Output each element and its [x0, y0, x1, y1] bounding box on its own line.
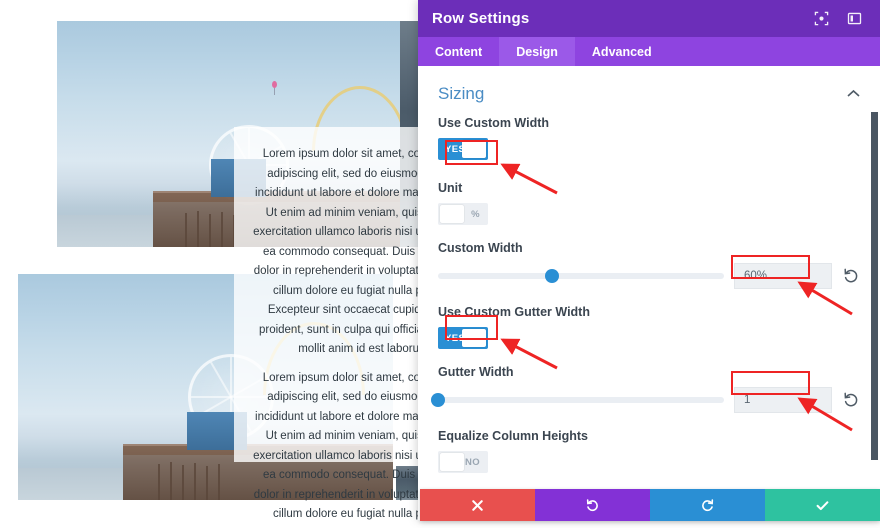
toggle-unit[interactable]: %	[438, 203, 488, 225]
value-input-gutter-width[interactable]: 1	[734, 387, 832, 413]
slider-custom-width[interactable]	[438, 269, 724, 283]
panel-scrollbar[interactable]	[871, 112, 878, 460]
pier-support	[185, 213, 187, 247]
toggle-label-unit: %	[471, 208, 480, 220]
pier-support	[197, 211, 199, 247]
pier-support	[158, 464, 160, 500]
save-button[interactable]	[765, 489, 880, 521]
tab-advanced[interactable]: Advanced	[575, 37, 669, 66]
slider-row-custom-width: 60%	[438, 263, 860, 289]
toggle-equalize-column-heights[interactable]: NO	[438, 451, 488, 473]
panel-tabs: Content Design Advanced	[418, 37, 880, 66]
field-label-use-custom-width: Use Custom Width	[438, 116, 549, 130]
pier-support	[209, 214, 211, 247]
slider-row-gutter-width: 1	[431, 387, 860, 413]
slider-handle[interactable]	[545, 269, 560, 283]
field-custom-width: Custom Width 60%	[438, 241, 860, 289]
toggle-knob	[440, 205, 464, 223]
pier-support	[182, 465, 184, 500]
close-x-icon	[472, 499, 483, 511]
panel-header: Row Settings	[418, 0, 880, 37]
toggle-label-equalize-column-heights: NO	[464, 456, 480, 468]
field-label-use-custom-gutter-width: Use Custom Gutter Width	[438, 305, 590, 319]
section-title: Sizing	[438, 84, 485, 103]
reset-arrow-icon[interactable]	[842, 267, 860, 285]
field-label-custom-width: Custom Width	[438, 241, 523, 255]
panel-body: Sizing Use Custom Width YES Unit % Custo…	[418, 66, 880, 520]
row-settings-panel: Row Settings Content Design Advanced Siz…	[418, 0, 880, 520]
undo-arrow-icon	[586, 498, 598, 511]
value-input-custom-width[interactable]: 60%	[734, 263, 832, 289]
toggle-use-custom-gutter-width[interactable]: YES	[438, 327, 488, 349]
tab-design[interactable]: Design	[499, 37, 575, 66]
redo-button[interactable]	[650, 489, 765, 521]
pier-support	[170, 462, 172, 500]
panel-header-icons	[814, 11, 866, 26]
screenshot-root: Lorem ipsum dolor sit amet, consectetur …	[0, 0, 880, 528]
reset-arrow-icon[interactable]	[842, 391, 860, 409]
page-title: Row Settings	[432, 10, 530, 27]
slider-gutter-width[interactable]	[431, 393, 724, 407]
sizing-section-header[interactable]: Sizing	[438, 66, 860, 116]
field-equalize-column-heights: Equalize Column Heights NO	[438, 429, 860, 473]
focus-target-icon[interactable]	[814, 11, 829, 26]
pier-support	[194, 463, 196, 500]
pier-support	[206, 466, 208, 500]
toggle-use-custom-width[interactable]: YES	[438, 138, 488, 160]
panel-action-bar	[420, 489, 880, 521]
field-label-gutter-width: Gutter Width	[438, 365, 514, 379]
field-label-unit: Unit	[438, 181, 463, 195]
toggle-wrap-use-custom-width: YES	[438, 138, 488, 160]
check-icon	[816, 500, 829, 510]
chevron-up-icon[interactable]	[847, 87, 860, 100]
slider-handle[interactable]	[431, 393, 445, 407]
cancel-button[interactable]	[420, 489, 535, 521]
photo-balloon	[272, 81, 277, 95]
field-unit: Unit %	[438, 181, 860, 225]
field-use-custom-width: Use Custom Width YES	[438, 116, 860, 165]
toggle-knob	[462, 140, 486, 158]
toggle-knob	[440, 453, 464, 471]
pier-support	[218, 464, 220, 500]
pier-support	[221, 212, 223, 247]
field-use-custom-gutter-width: Use Custom Gutter Width YES	[438, 305, 860, 349]
tab-content[interactable]: Content	[418, 37, 499, 66]
toggle-knob	[462, 329, 486, 347]
redo-arrow-icon	[702, 498, 714, 511]
field-gutter-width: Gutter Width 1	[431, 365, 860, 413]
field-label-equalize-column-heights: Equalize Column Heights	[438, 429, 589, 443]
undo-button[interactable]	[535, 489, 650, 521]
layout-panel-icon[interactable]	[847, 11, 862, 26]
